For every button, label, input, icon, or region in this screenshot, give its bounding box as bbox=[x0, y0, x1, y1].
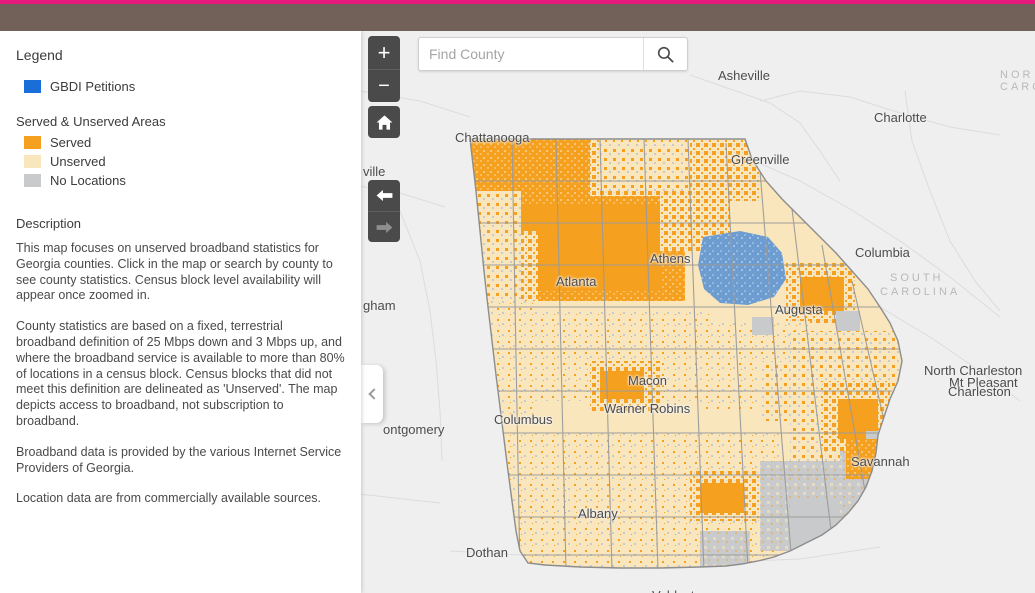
panel-collapse-button[interactable] bbox=[361, 365, 383, 423]
next-extent-button[interactable] bbox=[368, 211, 400, 242]
map-city-label: Augusta bbox=[775, 302, 823, 317]
map-city-label: Columbus bbox=[494, 412, 553, 427]
map-city-label: ontgomery bbox=[383, 422, 445, 437]
home-icon bbox=[376, 114, 392, 130]
description-title: Description bbox=[16, 216, 82, 231]
map-state-label: CARO bbox=[1000, 81, 1035, 93]
map-city-label: Macon bbox=[628, 373, 668, 388]
map-city-label: ville bbox=[363, 164, 386, 179]
map-city-label: Charleston bbox=[948, 384, 1011, 399]
map-state-label: NOR bbox=[1000, 69, 1034, 81]
description-paragraph-2: County statistics are based on a fixed, … bbox=[16, 319, 345, 428]
map-city-label: Dothan bbox=[466, 545, 508, 560]
legend-label-served: Served bbox=[50, 135, 92, 150]
map-city-label: Chattanooga bbox=[455, 130, 530, 145]
legend-item-no-locations: No Locations bbox=[24, 173, 345, 188]
chevron-left-icon bbox=[367, 388, 380, 400]
description-paragraph-3: Broadband data is provided by the variou… bbox=[16, 444, 342, 475]
legend-item-served: Served bbox=[24, 135, 345, 150]
map-city-label: Warner Robins bbox=[604, 401, 691, 416]
description-paragraph-1: This map focuses on unserved broadband s… bbox=[16, 241, 333, 303]
home-extent-button[interactable] bbox=[368, 106, 400, 138]
map-city-label: gham bbox=[363, 298, 396, 313]
search-widget bbox=[418, 37, 688, 71]
search-icon bbox=[657, 46, 674, 62]
map-city-label: Asheville bbox=[718, 68, 771, 83]
legend-swatch-served bbox=[24, 136, 41, 149]
legend-swatch-unserved bbox=[24, 155, 41, 168]
legend-label-unserved: Unserved bbox=[50, 154, 106, 169]
arrow-right-icon bbox=[376, 221, 392, 233]
search-input[interactable] bbox=[419, 38, 643, 70]
map-city-label: Charlotte bbox=[874, 110, 927, 125]
search-button[interactable] bbox=[643, 38, 687, 70]
arrow-left-icon bbox=[376, 189, 392, 202]
previous-extent-button[interactable] bbox=[368, 180, 400, 211]
map-city-label: Greenville bbox=[731, 152, 790, 167]
map-city-label: Atlanta bbox=[556, 274, 597, 289]
map-city-label: Valdosta bbox=[652, 588, 702, 593]
pan-history-control bbox=[368, 180, 400, 242]
zoom-out-button[interactable]: − bbox=[368, 69, 400, 102]
map-city-label: Athens bbox=[650, 251, 691, 266]
map-city-label: Columbia bbox=[855, 245, 910, 260]
legend-label-gbdi-petitions: GBDI Petitions bbox=[50, 79, 136, 94]
legend-group-title-areas: Served & Unserved Areas bbox=[16, 114, 166, 129]
legend-label-no-locations: No Locations bbox=[50, 173, 126, 188]
zoom-control: + − bbox=[368, 36, 400, 102]
legend-swatch-no-locations bbox=[24, 174, 41, 187]
accent-stripe bbox=[0, 0, 1035, 4]
map-city-label: Albany bbox=[578, 506, 618, 521]
info-panel: Legend GBDI Petitions Served & Unserved … bbox=[0, 31, 361, 593]
map-state-label: CAROLINA bbox=[880, 286, 961, 298]
map-state-label: SOUTH bbox=[890, 272, 944, 284]
map-application: Asheville Charlotte Greenville Columbia Nort… bbox=[0, 0, 1035, 593]
map-city-label: Savannah bbox=[851, 454, 910, 469]
legend-swatch-gbdi-petitions bbox=[24, 80, 41, 93]
header-bar bbox=[0, 4, 1035, 31]
legend-item-gbdi-petitions: GBDI Petitions bbox=[24, 79, 345, 94]
zoom-in-button[interactable]: + bbox=[368, 36, 400, 69]
description-paragraph-4: Location data are from commercially avai… bbox=[16, 491, 321, 506]
legend-title: Legend bbox=[16, 47, 63, 63]
legend-item-unserved: Unserved bbox=[24, 154, 345, 169]
